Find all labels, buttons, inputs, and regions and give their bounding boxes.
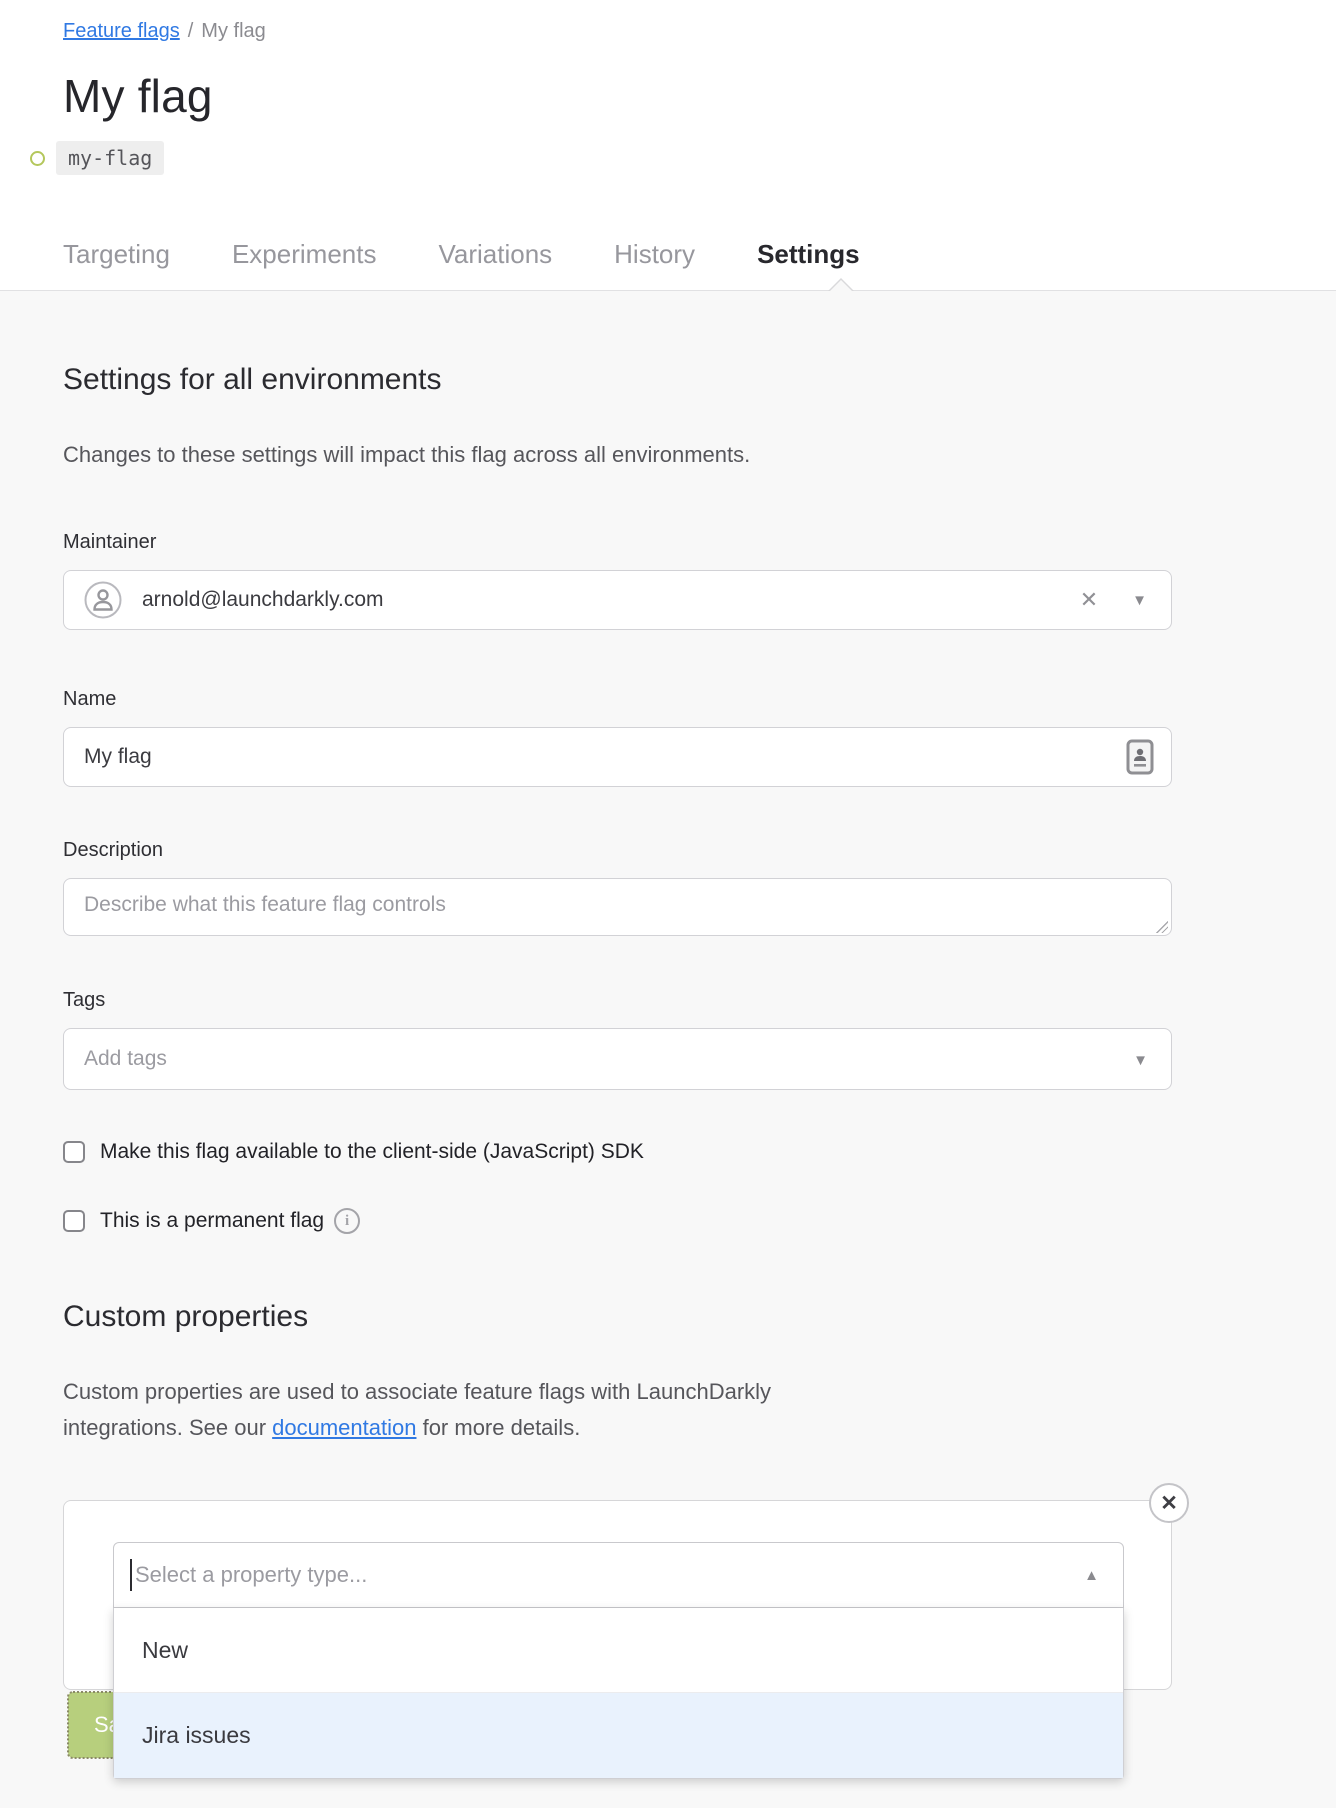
property-type-placeholder: Select a property type... (135, 1562, 1084, 1588)
breadcrumb: Feature flags / My flag (63, 20, 1336, 43)
close-icon: ✕ (1160, 1493, 1178, 1514)
tab-history[interactable]: History (614, 239, 695, 270)
settings-section-description: Changes to these settings will impact th… (63, 437, 1172, 473)
breadcrumb-separator: / (188, 20, 194, 42)
description-label: Description (63, 839, 1172, 862)
autofill-contact-icon[interactable] (1126, 739, 1154, 775)
custom-properties-desc-line2a: integrations. See our (63, 1415, 272, 1440)
maintainer-label: Maintainer (63, 531, 1172, 554)
remove-custom-property-button[interactable]: ✕ (1149, 1483, 1189, 1523)
breadcrumb-feature-flags-link[interactable]: Feature flags (63, 20, 180, 42)
tags-label: Tags (63, 989, 1172, 1012)
property-type-select[interactable]: Select a property type... ▲ (113, 1542, 1124, 1608)
settings-section-heading: Settings for all environments (63, 291, 1172, 397)
property-type-dropdown-menu: New Jira issues (113, 1608, 1124, 1779)
tags-caret-down-icon[interactable]: ▼ (1133, 1052, 1148, 1069)
menu-item-jira-issues[interactable]: Jira issues (114, 1692, 1123, 1778)
tags-input[interactable] (63, 1028, 1172, 1090)
clear-maintainer-icon[interactable]: ✕ (1080, 587, 1098, 613)
permanent-flag-checkbox-label: This is a permanent flag (100, 1209, 324, 1233)
client-side-sdk-checkbox-label: Make this flag available to the client-s… (100, 1140, 644, 1164)
custom-properties-heading: Custom properties (63, 1234, 1172, 1334)
page-header: Feature flags / My flag My flag my-flag Ta… (0, 0, 1336, 291)
tab-bar: Targeting Experiments Variations History… (63, 239, 1336, 290)
flag-status-circle-icon (30, 151, 45, 166)
maintainer-select[interactable]: arnold@launchdarkly.com ✕ ▼ (63, 570, 1172, 630)
custom-property-area: ✕ Select a property type... ▲ New Jira i… (63, 1500, 1172, 1800)
person-icon (84, 581, 122, 619)
flag-key-row: my-flag (30, 141, 1336, 175)
client-side-sdk-checkbox[interactable] (63, 1141, 85, 1163)
custom-properties-description: Custom properties are used to associate … (63, 1374, 1172, 1446)
tab-targeting[interactable]: Targeting (63, 239, 170, 270)
custom-properties-desc-line1: Custom properties are used to associate … (63, 1379, 771, 1404)
textarea-resize-handle[interactable] (1156, 921, 1168, 933)
flag-key-badge: my-flag (56, 141, 164, 175)
maintainer-value: arnold@launchdarkly.com (142, 588, 1080, 612)
text-cursor (130, 1559, 132, 1591)
active-tab-notch-fill (830, 280, 852, 291)
name-input[interactable] (63, 727, 1172, 787)
tab-variations[interactable]: Variations (438, 239, 552, 270)
permanent-flag-checkbox[interactable] (63, 1210, 85, 1232)
tab-experiments[interactable]: Experiments (232, 239, 377, 270)
description-textarea[interactable] (63, 878, 1172, 936)
settings-panel: Settings for all environments Changes to… (0, 291, 1336, 1800)
documentation-link[interactable]: documentation (272, 1415, 416, 1440)
info-icon[interactable]: i (334, 1208, 360, 1234)
flag-settings-page: Feature flags / My flag My flag my-flag Ta… (0, 0, 1336, 1808)
custom-properties-desc-line2b: for more details. (416, 1415, 580, 1440)
permanent-flag-checkbox-row: This is a permanent flag i (63, 1208, 1172, 1234)
breadcrumb-current: My flag (201, 20, 265, 42)
tab-settings[interactable]: Settings (757, 239, 860, 270)
page-title: My flag (63, 69, 1336, 123)
select-caret-up-icon[interactable]: ▲ (1084, 1567, 1099, 1584)
client-side-sdk-checkbox-row: Make this flag available to the client-s… (63, 1140, 1172, 1164)
name-label: Name (63, 688, 1172, 711)
menu-item-new[interactable]: New (114, 1608, 1123, 1692)
maintainer-caret-down-icon[interactable]: ▼ (1132, 592, 1147, 609)
